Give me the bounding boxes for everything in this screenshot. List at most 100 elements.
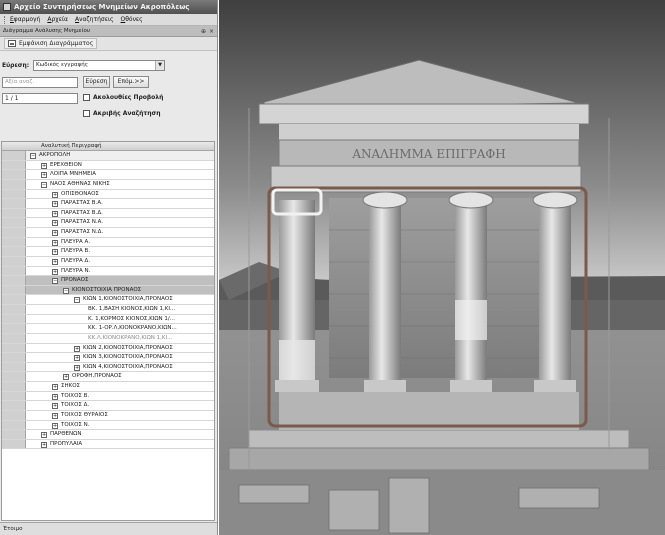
search-input[interactable]: Αξία αναζ. xyxy=(2,77,78,88)
table-row[interactable]: + ΤΟΙΧΟΣ Δ. xyxy=(2,401,214,411)
pager-field[interactable]: 1 / 1 xyxy=(2,93,78,104)
row-selector[interactable] xyxy=(2,333,26,343)
table-row[interactable]: − ΚΙΩΝ 1,ΚΙΟΝΟΣΤΟΙΧΙΑ,ΠΡΟΝΑΟΣ xyxy=(2,295,214,305)
expand-icon[interactable]: + xyxy=(52,412,58,419)
table-row[interactable]: + ΛΟΙΠΑ ΜΝΗΜΕΙΑ xyxy=(2,170,214,180)
row-selector[interactable] xyxy=(2,228,26,237)
row-selector[interactable] xyxy=(2,401,26,410)
table-row[interactable]: − ΝΑΟΣ ΑΘΗΝΑΣ ΝΙΚΗΣ xyxy=(2,179,214,190)
menu-item-files[interactable]: Αρχεία xyxy=(47,16,68,23)
table-row[interactable]: + ΚΙΩΝ 2,ΚΙΟΝΟΣΤΟΙΧΙΑ,ΠΡΟΝΑΟΣ xyxy=(2,343,214,354)
row-selector[interactable] xyxy=(2,199,26,208)
table-row[interactable]: + ΠΑΡΑΣΤΑΣ Β.Α. xyxy=(2,199,214,209)
table-row[interactable]: − ΠΡΟΝΑΟΣ xyxy=(2,276,214,286)
collapse-icon[interactable]: − xyxy=(52,278,58,285)
row-selector[interactable] xyxy=(2,382,26,391)
table-row[interactable]: + ΠΑΡΑΣΤΑΣ Ν.Α. xyxy=(2,218,214,228)
table-row[interactable]: + ΚΙΩΝ 4,ΚΙΟΝΟΣΤΟΙΧΙΑ,ΠΡΟΝΑΟΣ xyxy=(2,362,214,373)
find-button[interactable]: Εύρεση xyxy=(83,76,110,88)
monument-photo-view[interactable]: ΑΝΑΛΗΜΜΑ ΕΠΙΓΡΑΦΗ xyxy=(219,0,665,535)
row-selector[interactable] xyxy=(2,353,26,362)
table-row[interactable]: + ΠΡΟΠΥΛΑΙΑ xyxy=(2,439,214,450)
collapse-icon[interactable]: − xyxy=(74,297,80,304)
table-row[interactable]: + ΟΠΙΣΘΟΝΑΟΣ xyxy=(2,189,214,200)
table-row[interactable]: + ΕΡΕΧΘΕΙΟΝ xyxy=(2,160,214,171)
table-row[interactable]: + ΠΛΕΥΡΑ Α. xyxy=(2,237,214,248)
row-selector[interactable] xyxy=(2,189,26,199)
expand-icon[interactable]: + xyxy=(52,210,58,217)
chevron-down-icon[interactable]: ▼ xyxy=(155,61,164,70)
collapse-icon[interactable]: − xyxy=(30,153,36,159)
row-selector[interactable] xyxy=(2,151,26,160)
close-panel-button[interactable]: × xyxy=(209,28,214,35)
menu-item-screens[interactable]: Οθόνες xyxy=(121,16,143,23)
table-row[interactable]: ΚΚ.Λ,ΚΙΟΝΟΚΡΑΝΟ,ΚΙΩΝ 1,ΚΙ... xyxy=(2,333,214,344)
expand-icon[interactable]: + xyxy=(52,239,58,246)
row-selector[interactable] xyxy=(2,276,26,285)
row-selector[interactable] xyxy=(2,179,26,189)
table-row[interactable]: + ΠΑΡΑΣΤΑΣ Β.Δ. xyxy=(2,208,214,219)
row-selector[interactable] xyxy=(2,410,26,420)
expand-icon[interactable]: + xyxy=(52,422,58,429)
table-row[interactable]: − ΑΚΡΟΠΟΛΗ xyxy=(2,151,214,161)
table-row[interactable]: + ΚΙΩΝ 3,ΚΙΟΝΟΣΤΟΙΧΙΑ,ΠΡΟΝΑΟΣ xyxy=(2,353,214,363)
table-row[interactable]: + ΣΗΚΟΣ xyxy=(2,382,214,392)
table-row[interactable]: + ΠΛΕΥΡΑ Δ. xyxy=(2,256,214,267)
table-row[interactable]: + ΤΟΙΧΟΣ Ν. xyxy=(2,420,214,431)
expand-icon[interactable]: + xyxy=(52,201,58,208)
expand-icon[interactable]: + xyxy=(74,364,80,371)
row-selector[interactable] xyxy=(2,208,26,218)
table-row[interactable]: + ΟΡΟΦΗ,ΠΡΟΝΑΟΣ xyxy=(2,372,214,382)
expand-icon[interactable]: + xyxy=(52,403,58,410)
row-selector[interactable] xyxy=(2,256,26,266)
row-selector[interactable] xyxy=(2,430,26,439)
expand-icon[interactable]: + xyxy=(41,441,47,448)
sequence-view-checkbox[interactable]: Ακολουθίες Προβολή xyxy=(83,94,163,101)
menu-item-searches[interactable]: Αναζητήσεις xyxy=(75,16,114,23)
row-selector[interactable] xyxy=(2,343,26,353)
row-selector[interactable] xyxy=(2,285,26,295)
row-selector[interactable] xyxy=(2,247,26,256)
row-selector[interactable] xyxy=(2,295,26,304)
table-row[interactable]: + ΤΟΙΧΟΣ ΘΥΡΑΙΟΣ xyxy=(2,410,214,421)
row-selector[interactable] xyxy=(2,237,26,247)
expand-icon[interactable]: + xyxy=(41,432,47,439)
table-row[interactable]: + ΤΟΙΧΟΣ Β. xyxy=(2,391,214,402)
table-row[interactable]: ΒΚ. 1,ΒΑΣΗ ΚΙΟΝΟΣ,ΚΙΩΝ 1,ΚΙ... xyxy=(2,305,214,315)
expand-icon[interactable]: + xyxy=(52,191,58,198)
expand-icon[interactable]: + xyxy=(52,230,58,236)
table-row[interactable]: ΚΚ. 1-ΟΡ.Λ,ΚΙΟΝΟΚΡΑΝΟ,ΚΙΩΝ... xyxy=(2,324,214,334)
next-button[interactable]: Επόμ.>> xyxy=(113,76,149,88)
row-selector[interactable] xyxy=(2,218,26,227)
table-row[interactable]: + ΠΛΕΥΡΑ Β. xyxy=(2,247,214,257)
menu-item-application[interactable]: Εφαρμογή xyxy=(10,16,40,23)
pin-button[interactable]: ⊕ xyxy=(201,28,206,35)
show-diagram-button[interactable]: Εμφάνιση Διαγράμματος xyxy=(4,38,98,49)
expand-icon[interactable]: + xyxy=(41,172,47,179)
row-selector[interactable] xyxy=(2,420,26,430)
expand-icon[interactable]: + xyxy=(52,393,58,400)
table-row[interactable]: + ΠΛΕΥΡΑ Ν. xyxy=(2,266,214,277)
expand-icon[interactable]: + xyxy=(74,345,80,352)
search-field-select[interactable]: Κωδικός εγγραφής ▼ xyxy=(33,60,165,71)
exact-search-checkbox[interactable]: Ακριβής Αναζήτηση xyxy=(83,110,160,117)
collapse-icon[interactable]: − xyxy=(41,181,47,188)
row-selector[interactable] xyxy=(2,266,26,276)
expand-icon[interactable]: + xyxy=(74,355,80,362)
expand-icon[interactable]: + xyxy=(52,220,58,227)
row-selector[interactable] xyxy=(2,314,26,324)
expand-icon[interactable]: + xyxy=(41,162,47,169)
row-selector[interactable] xyxy=(2,170,26,179)
table-row[interactable]: + ΠΑΡΘΕΝΩΝ xyxy=(2,430,214,440)
row-selector[interactable] xyxy=(2,362,26,372)
table-row[interactable]: − ΚΙΟΝΟΣΤΟΙΧΙΑ ΠΡΟΝΑΟΣ xyxy=(2,285,214,296)
row-selector[interactable] xyxy=(2,160,26,170)
row-selector[interactable] xyxy=(2,305,26,314)
expand-icon[interactable]: + xyxy=(52,268,58,275)
row-selector[interactable] xyxy=(2,324,26,333)
collapse-icon[interactable]: − xyxy=(63,287,69,294)
row-selector[interactable] xyxy=(2,391,26,401)
row-selector[interactable] xyxy=(2,372,26,381)
table-row[interactable]: + ΠΑΡΑΣΤΑΣ Ν.Δ. xyxy=(2,228,214,238)
table-row[interactable]: Κ. 1,ΚΟΡΜΟΣ ΚΙΟΝΟΣ,ΚΙΩΝ 1/... xyxy=(2,314,214,325)
